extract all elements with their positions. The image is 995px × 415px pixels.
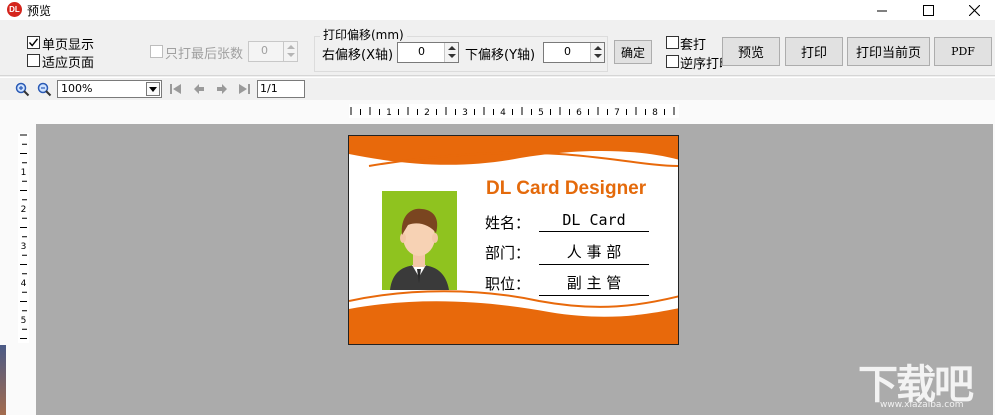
profile-photo — [382, 191, 457, 290]
x-offset-value: 0 — [418, 45, 425, 58]
ruler-label: 8 — [652, 108, 658, 118]
up-arrow-icon — [594, 46, 602, 50]
y-offset-stepper[interactable]: 0 — [543, 42, 605, 63]
last-page-icon[interactable] — [236, 81, 252, 97]
background-strip — [0, 345, 6, 415]
y-offset-value: 0 — [564, 45, 571, 58]
print-offset-label: 打印偏移(mm) — [320, 26, 407, 43]
ruler-label: 2 — [21, 205, 27, 215]
pdf-button[interactable]: PDF — [934, 37, 992, 66]
single-page-label: 单页显示 — [42, 38, 95, 53]
page-number-value: 1/1 — [260, 82, 278, 95]
horizontal-ruler: 1 2 3 4 5 6 7 8 — [349, 104, 679, 118]
page-number-field[interactable]: 1/1 — [257, 80, 305, 98]
checkmark-icon — [28, 38, 39, 47]
app-logo-icon: DL — [7, 2, 22, 17]
print-last-value: 0 — [261, 44, 268, 57]
print-last-stepper[interactable]: 0 — [248, 41, 298, 62]
close-button[interactable] — [951, 0, 995, 20]
name-value: DL Card — [539, 211, 649, 232]
preview-area: 1 2 3 4 5 6 7 8 1 2 3 4 5 DL Card Designer 姓名： DL C… — [0, 100, 995, 415]
print-button[interactable]: 打印 — [785, 37, 843, 66]
position-label: 职位： — [485, 275, 531, 293]
fit-page-label: 适应页面 — [42, 56, 95, 71]
x-offset-stepper[interactable]: 0 — [397, 42, 459, 63]
zoom-value: 100% — [61, 82, 93, 95]
position-value: 副 主 管 — [539, 272, 649, 296]
y-offset-label: 下偏移(Y轴) — [465, 48, 536, 63]
print-last-label: 只打最后张数 — [165, 47, 244, 62]
x-offset-label: 右偏移(X轴) — [322, 48, 394, 63]
zoom-select[interactable]: 100% — [57, 80, 162, 98]
ruler-label: 3 — [21, 242, 27, 252]
vertical-ruler: 1 2 3 4 5 — [18, 133, 29, 343]
ruler-label: 5 — [21, 316, 27, 326]
overlay-print-checkbox[interactable] — [666, 36, 679, 49]
reverse-print-label: 逆序打印 — [680, 57, 722, 72]
down-arrow-icon — [448, 54, 456, 58]
ruler-label: 2 — [424, 108, 430, 118]
chevron-down-icon[interactable] — [146, 82, 160, 96]
maximize-button[interactable] — [905, 0, 951, 20]
minimize-icon — [876, 10, 887, 11]
ruler-label: 4 — [21, 279, 27, 289]
print-last-checkbox[interactable] — [150, 45, 163, 58]
reverse-print-checkbox[interactable] — [666, 55, 679, 68]
department-label: 部门： — [485, 244, 531, 262]
zoom-in-icon[interactable] — [14, 81, 30, 97]
ruler-label: 5 — [538, 108, 544, 118]
overlay-print-label: 套打 — [680, 38, 707, 53]
card-title: DL Card Designer — [486, 178, 647, 199]
name-label: 姓名： — [485, 214, 531, 232]
first-page-icon[interactable] — [168, 81, 184, 97]
up-arrow-icon — [448, 46, 456, 50]
down-arrow-icon — [594, 54, 602, 58]
id-card: DL Card Designer 姓名： DL Card 部门： 人 事 部 职… — [348, 135, 679, 345]
maximize-icon — [922, 4, 934, 16]
print-current-page-button[interactable]: 打印当前页 — [847, 37, 930, 66]
watermark-url: www.xiazaiba.com — [880, 400, 964, 410]
preview-button[interactable]: 预览 — [722, 37, 780, 66]
avatar-icon — [390, 208, 449, 290]
title-bar: DL 预览 — [0, 0, 995, 20]
window-title: 预览 — [27, 4, 52, 18]
ruler-label: 1 — [386, 108, 392, 118]
previous-page-icon[interactable] — [191, 81, 207, 97]
ruler-label: 6 — [576, 108, 582, 118]
zoom-out-icon[interactable] — [36, 81, 52, 97]
navigation-bar: 100% 1/1 — [0, 77, 995, 99]
confirm-offset-button[interactable]: 确定 — [614, 40, 652, 64]
up-arrow-icon — [287, 45, 295, 49]
minimize-button[interactable] — [859, 0, 905, 20]
ruler-label: 4 — [500, 108, 506, 118]
single-page-checkbox[interactable] — [27, 36, 40, 49]
ruler-label: 3 — [462, 108, 468, 118]
fit-page-checkbox[interactable] — [27, 54, 40, 67]
ruler-label: 1 — [21, 168, 27, 178]
next-page-icon[interactable] — [214, 81, 230, 97]
down-arrow-icon — [287, 53, 295, 57]
ruler-label: 7 — [614, 108, 620, 118]
close-icon — [968, 4, 980, 16]
department-value: 人 事 部 — [539, 241, 649, 265]
